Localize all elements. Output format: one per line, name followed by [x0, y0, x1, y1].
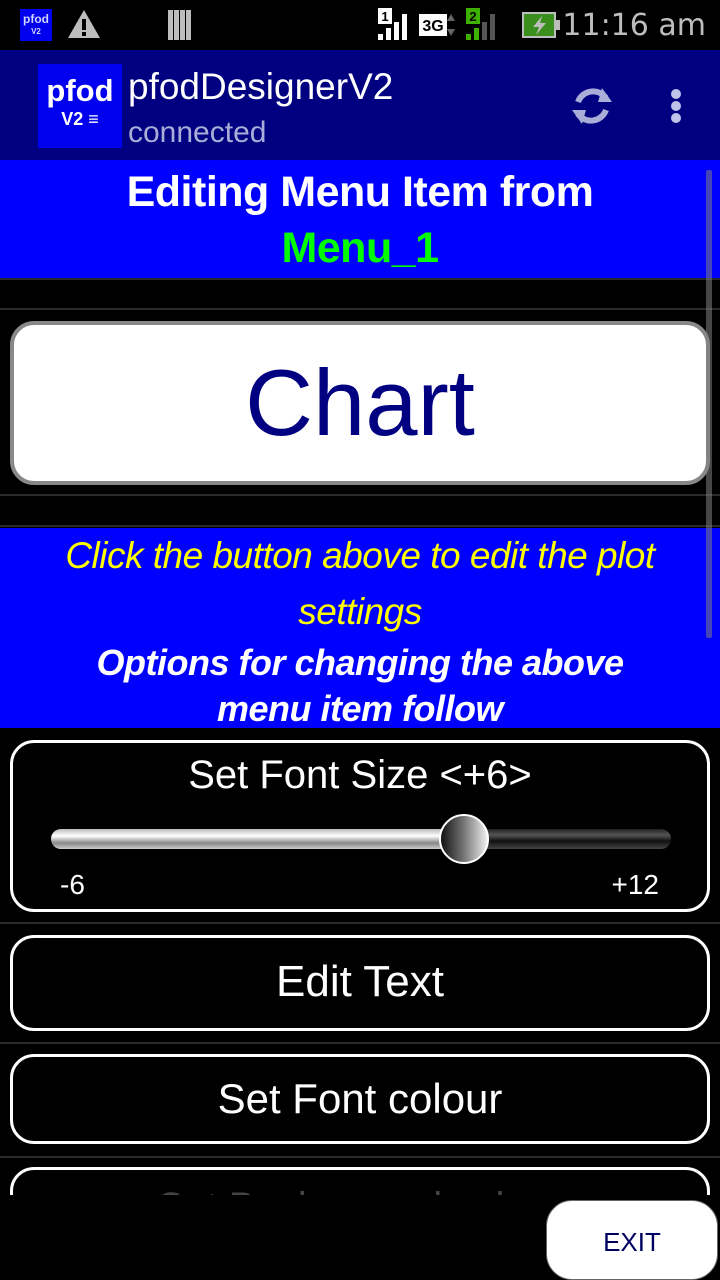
app-logo: pfod V2 ≡ — [38, 64, 122, 148]
storage-icon — [168, 10, 191, 40]
set-font-colour-button[interactable]: Set Font colour — [10, 1054, 710, 1144]
options-note: Options for changing the above menu item… — [96, 642, 624, 729]
scrollbar[interactable] — [706, 170, 712, 638]
pfod-app-notification-icon: pfod V2 — [20, 9, 52, 41]
slider-max-label: +12 — [611, 869, 660, 900]
overflow-menu-icon[interactable] — [660, 88, 692, 128]
warning-icon — [68, 10, 100, 38]
network-type-label: 3G — [422, 18, 443, 35]
divider — [0, 1156, 720, 1158]
divider — [0, 525, 720, 527]
divider — [0, 308, 720, 310]
logo-subtext: V2 ≡ — [38, 108, 122, 130]
slider-min-label: -6 — [60, 869, 85, 900]
logo-text: pfod — [46, 73, 114, 108]
app-title: pfodDesignerV2 — [128, 66, 394, 107]
status-bar: pfod V2 1 3G 2 11:16 am — [0, 0, 720, 50]
app-icon-subtext: V2 — [31, 27, 41, 36]
connection-status: connected — [128, 116, 267, 149]
refresh-icon[interactable] — [566, 80, 618, 132]
instruction-text: Click the button above to edit the plot … — [65, 535, 655, 632]
font-size-slider-fill — [51, 829, 465, 849]
battery-charging-icon — [522, 12, 560, 38]
font-size-slider-track[interactable] — [51, 829, 671, 849]
font-size-label: Set Font Size <+6> — [188, 753, 532, 797]
editing-header: Editing Menu Item from Menu_1 — [0, 162, 720, 278]
sim1-signal-icon: 1 — [378, 8, 407, 40]
sim1-label: 1 — [381, 9, 388, 24]
menu-name: Menu_1 — [281, 224, 439, 272]
divider — [0, 278, 720, 280]
edit-text-button[interactable]: Edit Text — [10, 935, 710, 1031]
chart-preview-button[interactable]: Chart — [10, 321, 710, 485]
menu-lines-icon: ≡ — [88, 109, 99, 129]
sim2-label: 2 — [469, 9, 476, 24]
divider — [0, 494, 720, 496]
exit-button[interactable]: EXIT — [546, 1200, 718, 1280]
network-type-icon: 3G — [419, 14, 455, 36]
info-banner: Click the button above to edit the plot … — [0, 528, 720, 729]
sim2-signal-icon: 2 — [466, 8, 495, 40]
header-title: Editing Menu Item from — [126, 168, 594, 216]
logo-version: V2 — [61, 109, 84, 129]
action-bar: pfod V2 ≡ pfodDesignerV2 connected — [0, 50, 720, 162]
app-icon-text: pfod — [23, 12, 49, 26]
font-size-slider-card: Set Font Size <+6> -6 +12 — [10, 740, 710, 912]
font-size-slider-thumb[interactable] — [439, 814, 490, 864]
divider — [0, 922, 720, 924]
clock: 11:16 am — [562, 8, 706, 43]
divider — [0, 1042, 720, 1044]
